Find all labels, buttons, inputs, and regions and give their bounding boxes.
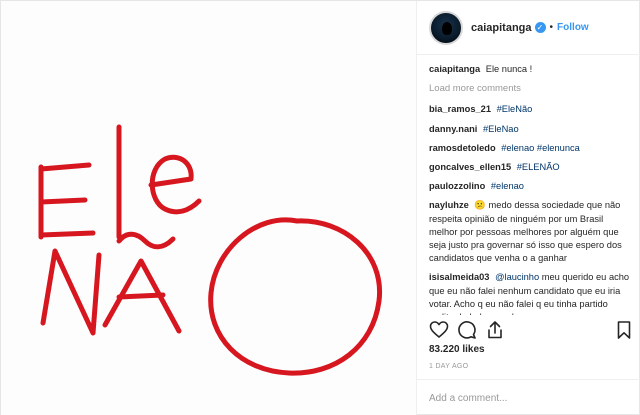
post-photo[interactable] — [1, 1, 416, 415]
caption-username[interactable]: caiapitanga — [429, 64, 480, 74]
comment-item: paulozzolino #elenao — [429, 180, 633, 193]
separator-dot: • — [549, 22, 554, 33]
post-author-username[interactable]: caiapitanga — [471, 22, 532, 34]
post-sidebar: caiapitanga ✓ • Follow caiapitanga Ele n… — [416, 1, 640, 415]
load-more-comments-button[interactable]: Load more comments — [429, 82, 633, 95]
add-comment-section — [417, 379, 640, 415]
follow-button[interactable]: Follow — [557, 22, 589, 33]
comment-item: isisalmeida03 @laucinho meu querido eu a… — [429, 271, 633, 315]
comment-username[interactable]: bia_ramos_21 — [429, 104, 491, 114]
comment-hashtag[interactable]: #EleNão — [497, 104, 533, 114]
comment-username[interactable]: nayluhze — [429, 200, 469, 210]
comment-hashtag[interactable]: #EleNao — [483, 124, 519, 134]
handwritten-ele-nao-drawing — [38, 124, 383, 376]
comment-username[interactable]: danny.nani — [429, 124, 477, 134]
comment-mention[interactable]: @laucinho — [495, 272, 539, 282]
comment-hashtag[interactable]: #elenao — [491, 181, 524, 191]
comment-username[interactable]: isisalmeida03 — [429, 272, 489, 282]
caption-text: Ele nunca ! — [485, 64, 533, 74]
verified-badge-icon: ✓ — [534, 22, 546, 33]
comments-list[interactable]: caiapitanga Ele nunca ! Load more commen… — [429, 63, 633, 315]
comment-item: bia_ramos_21 #EleNão — [429, 103, 633, 116]
comment-icon[interactable] — [457, 320, 477, 340]
comment-item: ramosdetoledo #elenao #elenunca — [429, 142, 633, 155]
instagram-post-frame: caiapitanga ✓ • Follow caiapitanga Ele n… — [0, 0, 640, 415]
post-header: caiapitanga ✓ • Follow — [417, 1, 640, 55]
add-comment-input[interactable] — [429, 392, 629, 404]
comment-hashtag[interactable]: #ELENÃO — [517, 162, 560, 172]
comment-item: goncalves_ellen15 #ELENÃO — [429, 161, 633, 174]
heart-icon[interactable] — [429, 320, 449, 340]
comment-username[interactable]: paulozzolino — [429, 181, 485, 191]
comment-item: nayluhze 😕 medo dessa sociedade que não … — [429, 199, 633, 265]
caption: caiapitanga Ele nunca ! — [429, 63, 633, 76]
share-icon[interactable] — [485, 320, 505, 340]
post-timestamp[interactable]: 1 DAY AGO — [429, 363, 468, 370]
comment-item: danny.nani #EleNao — [429, 123, 633, 136]
comment-username[interactable]: goncalves_ellen15 — [429, 162, 511, 172]
post-actions — [429, 320, 634, 340]
comment-username[interactable]: ramosdetoledo — [429, 143, 496, 153]
avatar[interactable] — [429, 10, 463, 45]
comment-hashtag[interactable]: #elenao #elenunca — [501, 143, 580, 153]
likes-count[interactable]: 83.220 likes — [429, 344, 485, 355]
bookmark-icon[interactable] — [614, 320, 634, 340]
